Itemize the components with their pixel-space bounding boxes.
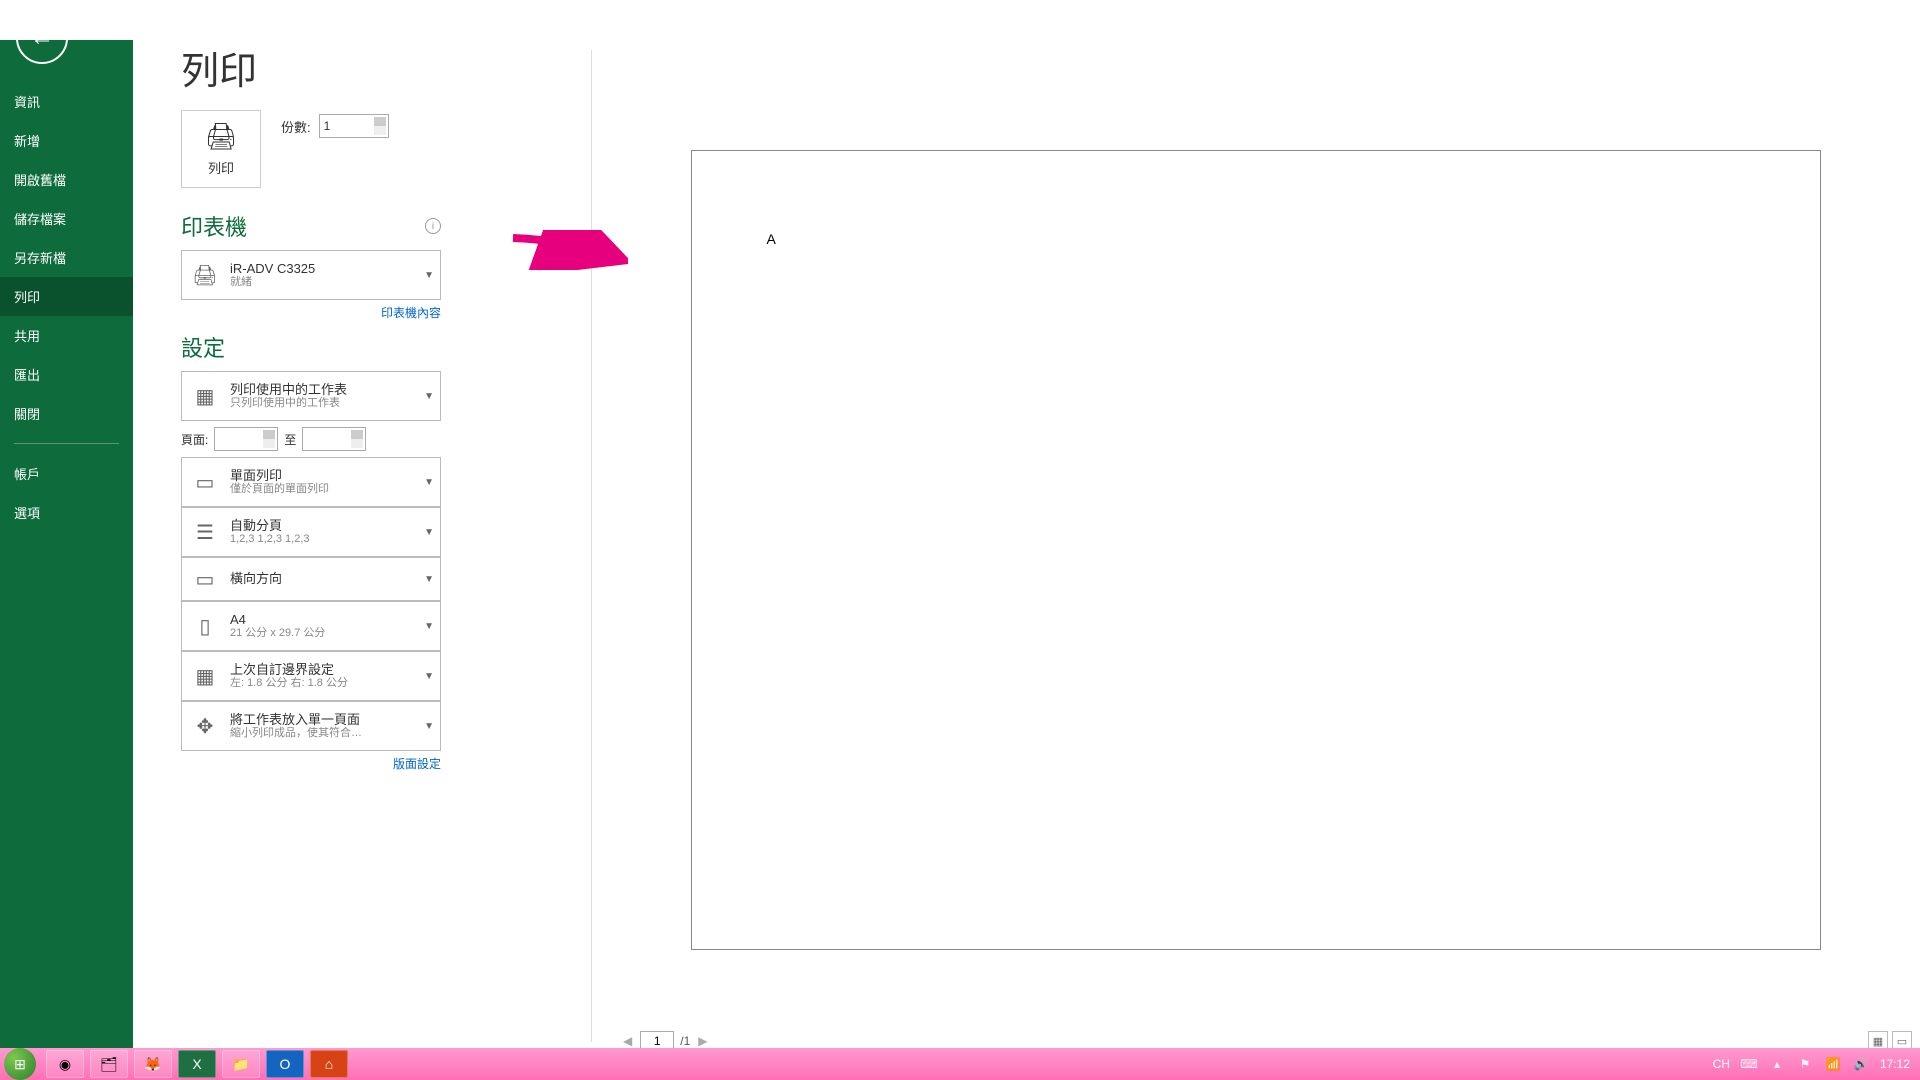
nav-save[interactable]: 儲存檔案 (0, 199, 133, 238)
info-icon[interactable]: i (425, 218, 441, 234)
page-from-input[interactable] (214, 427, 278, 451)
taskbar-excel[interactable]: X (178, 1050, 216, 1078)
collate-icon: ☰ (190, 520, 220, 545)
taskbar-app[interactable]: ⌂ (310, 1050, 348, 1078)
preview-cell-a1: A (767, 231, 776, 247)
margins-sub: 左: 1.8 公分 右: 1.8 公分 (230, 677, 348, 690)
chevron-down-icon: ▼ (424, 721, 434, 732)
margins-title: 上次自訂邊界設定 (230, 662, 348, 678)
printer-name: iR-ADV C3325 (230, 261, 315, 277)
print-scope-sub: 只列印使用中的工作表 (230, 397, 347, 410)
ime-indicator[interactable]: CH (1713, 1057, 1730, 1071)
orientation-select[interactable]: ▭ 橫向方向 ▼ (181, 557, 441, 601)
sheets-icon: ▦ (190, 384, 220, 409)
page-to-input[interactable] (302, 427, 366, 451)
collate-sub: 1,2,3 1,2,3 1,2,3 (230, 533, 310, 546)
paper-select[interactable]: ▯ A4 21 公分 x 29.7 公分 ▼ (181, 601, 441, 651)
page-setup-link[interactable]: 版面設定 (181, 755, 441, 772)
chevron-down-icon: ▼ (424, 527, 434, 538)
taskbar-chrome[interactable]: ◉ (46, 1050, 84, 1078)
nav-print[interactable]: 列印 (0, 277, 133, 316)
print-button[interactable]: 🖨 列印 (181, 110, 261, 188)
system-tray: CH ⌨ ▴ ⚑ 📶 🔊 17:12 (1713, 1055, 1920, 1073)
printer-select[interactable]: 🖨 iR-ADV C3325 就緒 ▼ (181, 250, 441, 300)
print-preview-area: A (591, 50, 1920, 1026)
print-scope-title: 列印使用中的工作表 (230, 382, 347, 398)
sides-select[interactable]: ▭ 單面列印 僅於頁面的單面列印 ▼ (181, 457, 441, 507)
preview-sheet: A (691, 150, 1821, 950)
chevron-down-icon: ▼ (424, 270, 434, 281)
nav-open[interactable]: 開啟舊檔 (0, 160, 133, 199)
printer-device-icon: 🖨 (190, 263, 220, 288)
printer-heading: 印表機 i (181, 210, 441, 242)
nav-new[interactable]: 新增 (0, 121, 133, 160)
volume-icon[interactable]: 🔊 (1852, 1055, 1870, 1073)
nav-saveas[interactable]: 另存新檔 (0, 238, 133, 277)
network-icon[interactable]: 📶 (1824, 1055, 1842, 1073)
paper-sub: 21 公分 x 29.7 公分 (230, 627, 325, 640)
next-page-button[interactable]: ▶ (696, 1034, 709, 1048)
orientation-title: 橫向方向 (230, 571, 282, 587)
page-range-row: 頁面: 至 (181, 427, 441, 451)
print-scope-select[interactable]: ▦ 列印使用中的工作表 只列印使用中的工作表 ▼ (181, 371, 441, 421)
paper-icon: ▯ (190, 614, 220, 639)
print-button-label: 列印 (208, 158, 234, 177)
print-config-column: 🖨 列印 份數: 1 印表機 i 🖨 iR-ADV C3325 就緒 ▼ 印表機… (181, 110, 441, 782)
scaling-title: 將工作表放入單一頁面 (230, 712, 362, 728)
margins-select[interactable]: ▦ 上次自訂邊界設定 左: 1.8 公分 右: 1.8 公分 ▼ (181, 651, 441, 701)
orientation-icon: ▭ (190, 567, 220, 592)
start-button[interactable]: ⊞ (4, 1048, 36, 1080)
copies-row: 份數: 1 (281, 114, 389, 138)
settings-heading-text: 設定 (181, 331, 225, 363)
printer-status: 就緒 (230, 276, 315, 289)
nav-list: 資訊 新增 開啟舊檔 儲存檔案 另存新檔 列印 共用 匯出 關閉 帳戶 選項 (0, 82, 133, 532)
backstage-sidebar: ← 資訊 新增 開啟舊檔 儲存檔案 另存新檔 列印 共用 匯出 關閉 帳戶 選項 (0, 0, 133, 1056)
printer-heading-text: 印表機 (181, 210, 247, 242)
taskbar: ⊞ ◉ 🗂 🦊 X 📁 O ⌂ CH ⌨ ▴ ⚑ 📶 🔊 17:12 (0, 1048, 1920, 1080)
tray-chevron-icon[interactable]: ▴ (1768, 1055, 1786, 1073)
sides-sub: 僅於頁面的單面列印 (230, 483, 329, 496)
nav-options[interactable]: 選項 (0, 493, 133, 532)
scaling-icon: ✥ (190, 714, 220, 739)
taskbar-outlook[interactable]: O (266, 1050, 304, 1078)
page-range-label: 頁面: (181, 431, 208, 448)
paper-title: A4 (230, 612, 325, 628)
nav-export[interactable]: 匯出 (0, 355, 133, 394)
collate-select[interactable]: ☰ 自動分頁 1,2,3 1,2,3 1,2,3 ▼ (181, 507, 441, 557)
page-total-label: /1 (680, 1034, 690, 1048)
printer-icon: 🖨 (204, 121, 237, 152)
sides-title: 單面列印 (230, 468, 329, 484)
nav-account[interactable]: 帳戶 (0, 454, 133, 493)
taskbar-apps: ◉ 🗂 🦊 X 📁 O ⌂ (46, 1050, 348, 1078)
nav-share[interactable]: 共用 (0, 316, 133, 355)
clock[interactable]: 17:12 (1880, 1057, 1910, 1071)
keyboard-icon[interactable]: ⌨ (1740, 1055, 1758, 1073)
copies-spinner[interactable]: 1 (319, 114, 389, 138)
windows-logo-icon: ⊞ (14, 1056, 26, 1073)
chevron-down-icon: ▼ (424, 621, 434, 632)
taskbar-explorer[interactable]: 🗂 (90, 1050, 128, 1078)
scaling-select[interactable]: ✥ 將工作表放入單一頁面 縮小列印成品，使其符合… ▼ (181, 701, 441, 751)
settings-heading: 設定 (181, 331, 441, 363)
page-range-to-label: 至 (284, 431, 296, 448)
chevron-down-icon: ▼ (424, 391, 434, 402)
nav-divider (14, 443, 119, 444)
taskbar-firefox[interactable]: 🦊 (134, 1050, 172, 1078)
copies-label: 份數: (281, 117, 311, 136)
printer-properties-link[interactable]: 印表機內容 (181, 304, 441, 321)
taskbar-folder[interactable]: 📁 (222, 1050, 260, 1078)
nav-close[interactable]: 關閉 (0, 394, 133, 433)
chevron-down-icon: ▼ (424, 574, 434, 585)
chevron-down-icon: ▼ (424, 671, 434, 682)
page-icon: ▭ (190, 470, 220, 495)
print-page: 列印 🖨 列印 份數: 1 印表機 i 🖨 iR-ADV C3325 就緒 ▼ … (133, 0, 1920, 1056)
margins-icon: ▦ (190, 664, 220, 689)
collate-title: 自動分頁 (230, 518, 310, 534)
nav-info[interactable]: 資訊 (0, 82, 133, 121)
prev-page-button[interactable]: ◀ (621, 1034, 634, 1048)
chevron-down-icon: ▼ (424, 477, 434, 488)
flag-icon[interactable]: ⚑ (1796, 1055, 1814, 1073)
scaling-sub: 縮小列印成品，使其符合… (230, 727, 362, 740)
